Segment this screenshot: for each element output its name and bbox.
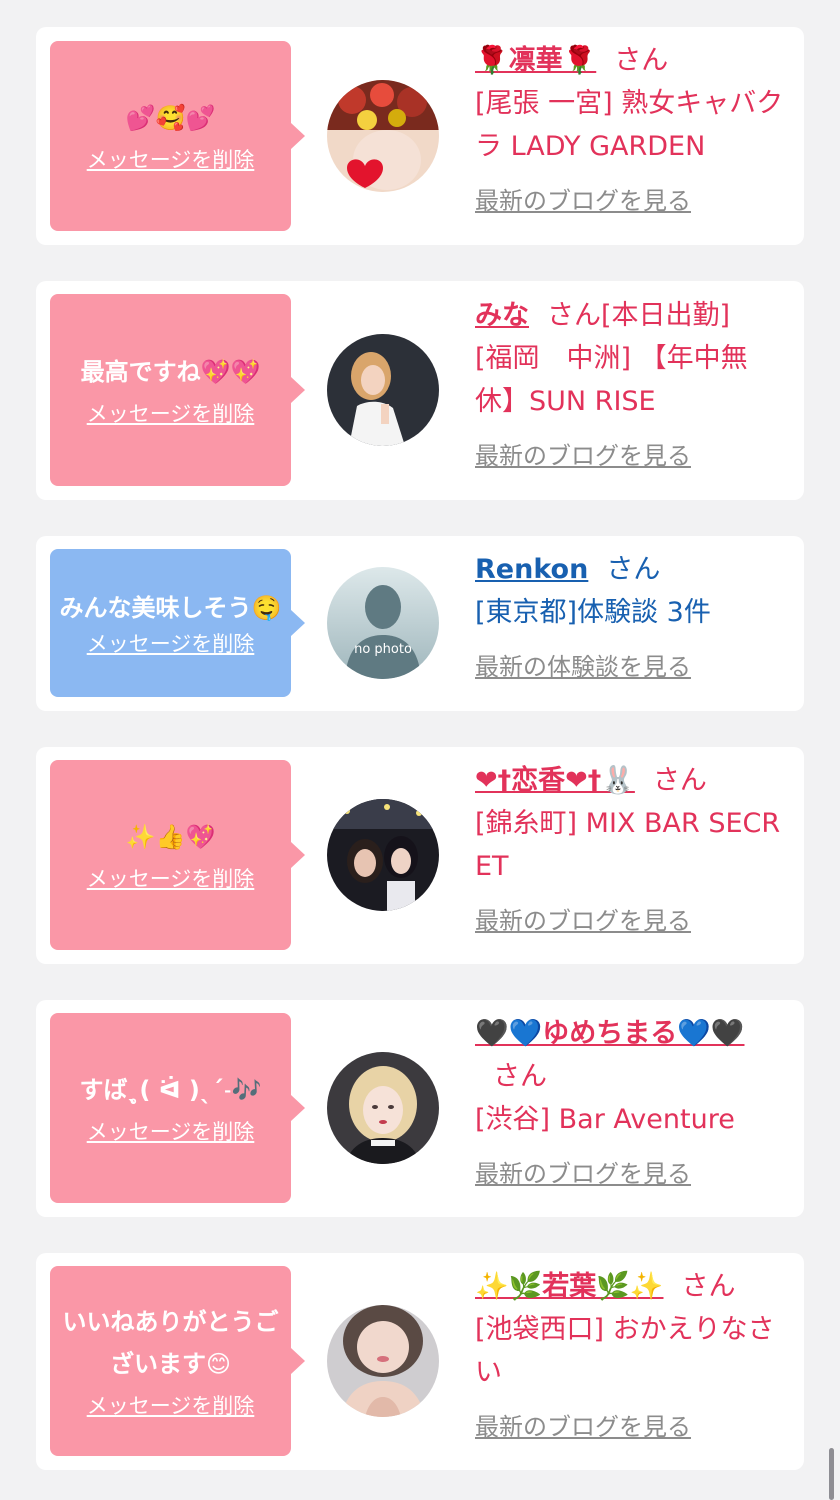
message-bubble: ✨👍💖 メッセージを削除 (50, 760, 305, 950)
sender-name-link[interactable]: 🌹凛華🌹 (475, 45, 596, 76)
sender-name-link[interactable]: ❤︎†恋香❤︎†🐰 (475, 765, 635, 796)
avatar[interactable] (327, 1052, 439, 1164)
vertical-scrollbar[interactable] (829, 1448, 834, 1500)
shop-name: [錦糸町] MIX BAR SECRET (475, 808, 781, 882)
delete-message-link[interactable]: メッセージを削除 (87, 399, 255, 429)
sender-name-link[interactable]: ✨🌿若葉🌿✨ (475, 1271, 663, 1302)
delete-message-link[interactable]: メッセージを削除 (87, 864, 255, 894)
avatar-dark-bar-icon (327, 799, 439, 911)
delete-message-link[interactable]: メッセージを削除 (87, 1391, 255, 1421)
honorific: さん (614, 45, 669, 76)
honorific: さん (547, 300, 601, 331)
sender-info: 🌹凛華🌹 さん [尾張 一宮] 熟女キャバクラ LADY GARDEN 最新のブロ… (475, 39, 785, 223)
honorific: さん (493, 1061, 547, 1092)
avatar-no-photo-icon: no photo (327, 567, 439, 679)
avatar-selfie-icon (327, 1305, 439, 1417)
message-bubble: 💕🥰💕 メッセージを削除 (50, 41, 305, 231)
shop-name: [福岡 中洲] 【年中無休】SUN RISE (475, 343, 748, 417)
message-text: すばˎ̥( ᐛ )ˎˊ˗🎶 (79, 1076, 262, 1104)
avatar-red-flowers-icon (327, 80, 439, 192)
message-bubble: 最高ですね💖💖 メッセージを削除 (50, 294, 305, 486)
name-suffix: [本日出勤] (601, 300, 731, 331)
avatar[interactable] (327, 334, 439, 446)
latest-review-link[interactable]: 最新の体験談を見る (475, 646, 691, 689)
message-bubble: みんな美味しそう🤤 メッセージを削除 (50, 549, 305, 697)
message-bubble: いいねありがとうございます😊 メッセージを削除 (50, 1266, 305, 1456)
message-text: ✨👍💖 (125, 823, 216, 851)
shop-name: [尾張 一宮] 熟女キャバクラ LADY GARDEN (475, 88, 784, 162)
latest-blog-link[interactable]: 最新のブログを見る (475, 900, 691, 943)
sender-name-link[interactable]: 🖤💙ゆめちまる💙🖤 (475, 1018, 744, 1049)
message-card: みんな美味しそう🤤 メッセージを削除 no photo Renkon さん [東… (36, 536, 804, 711)
delete-message-link[interactable]: メッセージを削除 (87, 629, 255, 659)
message-card: すばˎ̥( ᐛ )ˎˊ˗🎶 メッセージを削除 🖤💙ゆめちまる💙🖤 さん [渋谷] … (36, 1000, 804, 1217)
avatar[interactable] (327, 80, 439, 192)
shop-name: [池袋西口] おかえりなさい (475, 1314, 775, 1388)
avatar[interactable] (327, 1305, 439, 1417)
message-text: 最高ですね💖💖 (80, 358, 261, 386)
avatar[interactable] (327, 799, 439, 911)
avatar-blonde-girl-icon (327, 1052, 439, 1164)
sender-info: ❤︎†恋香❤︎†🐰 さん [錦糸町] MIX BAR SECRET 最新のブログを… (475, 759, 785, 943)
message-card: 💕🥰💕 メッセージを削除 🌹凛華🌹 さん [尾張 一宮] 熟女キャバクラ LADY… (36, 27, 804, 245)
sender-name-link[interactable]: みな (475, 300, 529, 331)
message-bubble: すばˎ̥( ᐛ )ˎˊ˗🎶 メッセージを削除 (50, 1013, 305, 1203)
svg-text:no photo: no photo (354, 642, 412, 657)
sender-name-link[interactable]: Renkon (475, 554, 588, 585)
message-card: いいねありがとうございます😊 メッセージを削除 ✨🌿若葉🌿✨ さん [池袋西口] … (36, 1253, 804, 1470)
sender-info: 🖤💙ゆめちまる💙🖤 さん [渋谷] Bar Aventure 最新のブログを見る (475, 1012, 785, 1196)
shop-name: [東京都]体験談 3件 (475, 597, 711, 628)
delete-message-link[interactable]: メッセージを削除 (87, 145, 255, 175)
message-text: 💕🥰💕 (125, 104, 216, 132)
message-card: ✨👍💖 メッセージを削除 ❤︎†恋香❤︎†🐰さん [錦糸町] MIX BAR (36, 747, 804, 964)
latest-blog-link[interactable]: 最新のブログを見る (475, 1406, 691, 1449)
honorific: さん (681, 1271, 736, 1302)
honorific: さん (652, 765, 707, 796)
message-text: いいねありがとうございます😊 (62, 1308, 279, 1378)
message-text: みんな美味しそう🤤 (59, 594, 282, 622)
sender-info: みな さん[本日出勤] [福岡 中洲] 【年中無休】SUN RISE 最新のブログ… (475, 294, 785, 478)
honorific: さん (606, 554, 661, 585)
sender-info: ✨🌿若葉🌿✨ さん [池袋西口] おかえりなさい 最新のブログを見る (475, 1265, 785, 1449)
shop-name: [渋谷] Bar Aventure (475, 1104, 735, 1135)
avatar[interactable]: no photo (327, 567, 439, 679)
sender-info: Renkon さん [東京都]体験談 3件 最新の体験談を見る (475, 548, 785, 689)
latest-blog-link[interactable]: 最新のブログを見る (475, 180, 691, 223)
latest-blog-link[interactable]: 最新のブログを見る (475, 1153, 691, 1196)
delete-message-link[interactable]: メッセージを削除 (87, 1117, 255, 1147)
avatar-woman-white-dress-icon (327, 334, 439, 446)
message-card: 最高ですね💖💖 メッセージを削除 みな さん[本日出勤] [福岡 中洲] 【年中無… (36, 281, 804, 500)
latest-blog-link[interactable]: 最新のブログを見る (475, 435, 691, 478)
